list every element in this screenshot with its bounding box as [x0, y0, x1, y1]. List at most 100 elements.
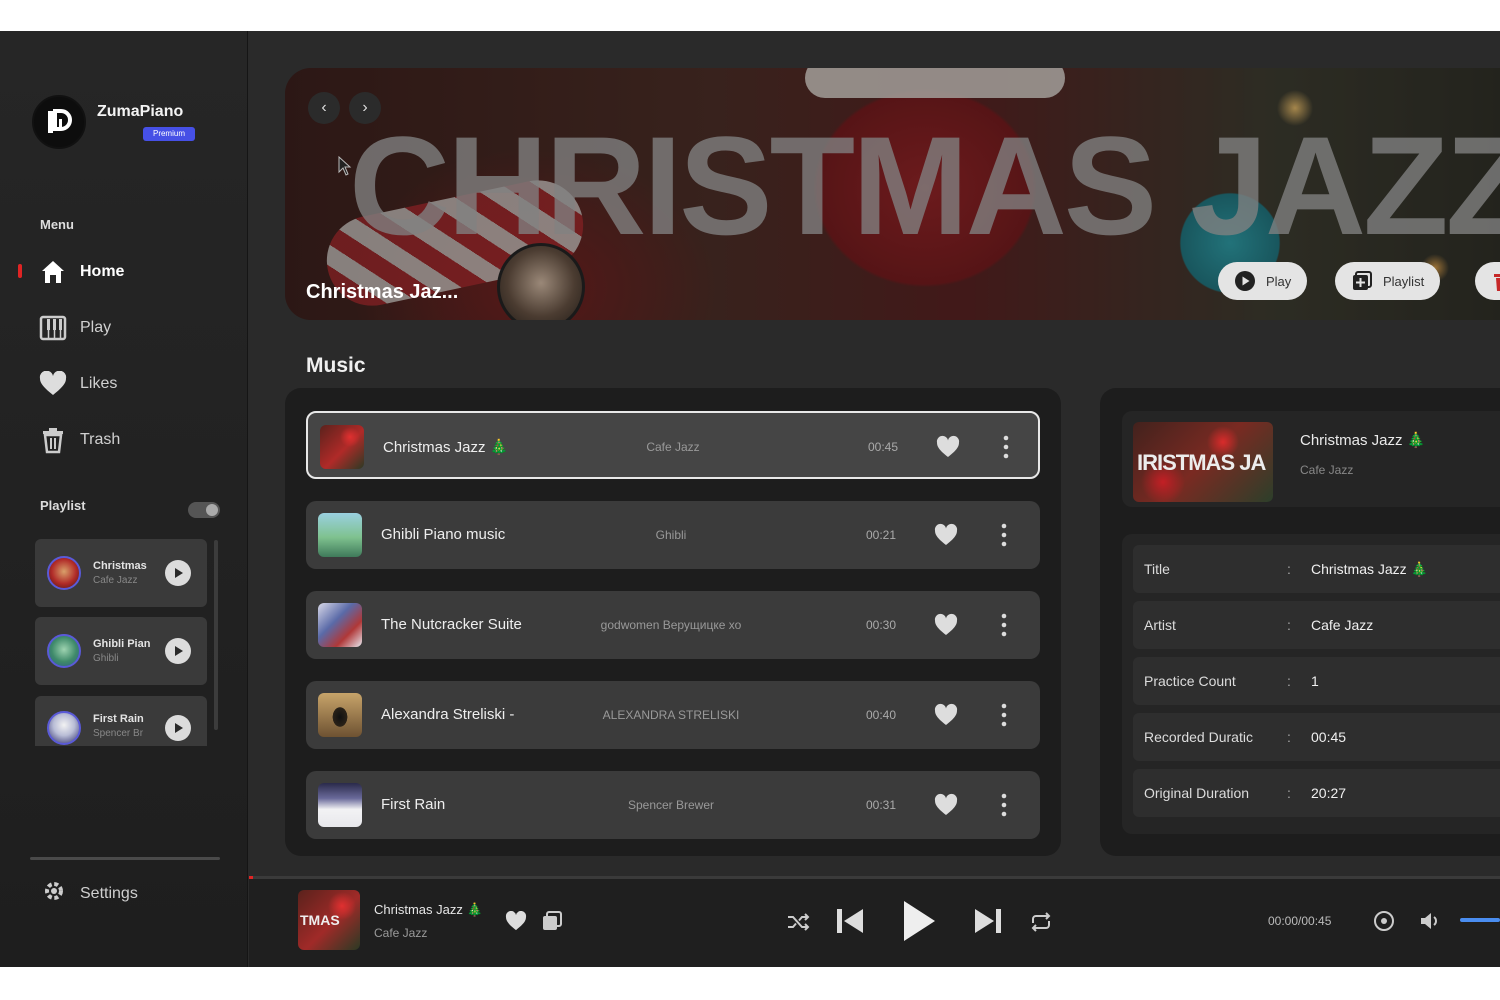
more-vertical-icon[interactable] — [1000, 433, 1012, 461]
track-artist: Spencer Brewer — [627, 798, 715, 812]
playlist-thumb — [47, 711, 81, 745]
volume-slider[interactable] — [1460, 918, 1500, 922]
track-row[interactable]: First Rain Spencer Brewer 00:31 — [306, 771, 1040, 839]
previous-track-button[interactable] — [832, 903, 868, 939]
more-vertical-icon[interactable] — [998, 701, 1010, 729]
playlist-card[interactable]: First Rain Spencer Br — [35, 696, 207, 746]
banner-playlist-button[interactable]: Playlist — [1335, 262, 1441, 300]
info-row-artist: Artist : Cafe Jazz — [1133, 601, 1500, 649]
forward-arrow-button[interactable]: › — [349, 92, 381, 124]
track-duration: 00:40 — [866, 708, 897, 722]
nav-label-play: Play — [80, 319, 112, 336]
banner-big-title: CHRISTMAS JAZZ — [349, 107, 1500, 264]
heart-icon[interactable] — [934, 613, 958, 637]
chevron-right-icon: › — [362, 99, 368, 116]
playlist-title: First Rain — [93, 713, 144, 725]
now-playing-thumbnail-text: TMAS — [300, 912, 340, 928]
info-key: Artist — [1144, 617, 1176, 633]
volume-button[interactable] — [1418, 909, 1442, 933]
playlist-card[interactable]: Ghibli Pian Ghibli — [35, 617, 207, 685]
track-duration: 00:21 — [866, 528, 897, 542]
track-artist: Ghibli — [655, 528, 687, 542]
track-thumbnail — [318, 603, 362, 647]
playlist-play-button[interactable] — [165, 560, 191, 586]
playlist-card[interactable]: Christmas Cafe Jazz — [35, 539, 207, 607]
track-row[interactable]: Alexandra Streliski - ALEXANDRA STRELISK… — [306, 681, 1040, 749]
nav-item-likes[interactable]: Likes — [38, 366, 218, 402]
repeat-icon — [1031, 912, 1051, 932]
mouse-cursor-icon — [338, 156, 352, 176]
music-section-heading: Music — [306, 354, 366, 377]
speed-dial-icon — [1374, 911, 1394, 931]
detail-artist: Cafe Jazz — [1300, 463, 1354, 477]
info-row-recorded-duration: Recorded Duratic : 00:45 — [1133, 713, 1500, 761]
info-row-title: Title : Christmas Jazz 🎄 — [1133, 545, 1500, 593]
track-title: Christmas Jazz 🎄 — [383, 439, 509, 456]
playlist-subtitle: Ghibli — [93, 653, 119, 664]
track-title: The Nutcracker Suite — [381, 616, 522, 633]
back-arrow-button[interactable]: ‹ — [308, 92, 340, 124]
detail-thumbnail: IRISTMAS JA — [1133, 422, 1273, 502]
home-icon — [38, 257, 68, 287]
info-colon: : — [1287, 617, 1291, 633]
track-row[interactable]: Christmas Jazz 🎄 Cafe Jazz 00:45 — [306, 411, 1040, 479]
add-to-playlist-button[interactable] — [540, 909, 564, 933]
info-colon: : — [1287, 729, 1291, 745]
nav-item-play[interactable]: Play — [38, 310, 218, 346]
play-icon — [175, 646, 183, 656]
playback-progress-fill — [249, 876, 253, 879]
info-key: Original Duration — [1144, 785, 1250, 801]
info-row-original-duration: Original Duration : 20:27 — [1133, 769, 1500, 817]
track-row[interactable]: Ghibli Piano music Ghibli 00:21 — [306, 501, 1040, 569]
track-duration: 00:31 — [866, 798, 897, 812]
shuffle-button[interactable] — [785, 909, 811, 935]
play-icon — [175, 723, 183, 733]
heart-icon[interactable] — [936, 435, 960, 459]
playlist-toggle[interactable] — [188, 502, 220, 518]
track-row[interactable]: The Nutcracker Suite godwomen Верущицке … — [306, 591, 1040, 659]
play-pause-button[interactable] — [893, 894, 943, 948]
piano-icon — [38, 313, 68, 343]
shuffle-icon — [788, 913, 810, 931]
track-thumbnail — [318, 513, 362, 557]
now-playing-artist: Cafe Jazz — [374, 926, 428, 940]
playlist-play-button[interactable] — [165, 638, 191, 664]
track-title: Alexandra Streliski - — [381, 706, 515, 723]
banner-playlist-label: Playlist — [1383, 273, 1425, 289]
playlist-title: Ghibli Pian — [93, 638, 151, 650]
logo-icon — [48, 109, 72, 133]
sidebar-divider — [30, 857, 220, 860]
nav-label-trash: Trash — [80, 431, 121, 448]
track-thumbnail — [318, 693, 362, 737]
skip-next-icon — [975, 909, 1001, 933]
gear-icon — [42, 879, 66, 908]
playback-progress-track[interactable] — [249, 876, 1500, 879]
next-track-button[interactable] — [970, 903, 1006, 939]
track-duration: 00:30 — [866, 618, 897, 632]
repeat-button[interactable] — [1028, 909, 1054, 935]
heart-icon[interactable] — [934, 523, 958, 547]
info-key: Recorded Duratic — [1144, 729, 1253, 745]
settings-button[interactable]: Settings — [42, 879, 138, 908]
speed-button[interactable] — [1372, 909, 1396, 933]
now-playing-title: Christmas Jazz 🎄 — [374, 902, 483, 917]
app-logo[interactable] — [32, 95, 86, 149]
playlist-subtitle: Cafe Jazz — [93, 575, 138, 586]
like-button[interactable] — [504, 909, 528, 933]
play-circle-icon — [1234, 270, 1256, 292]
info-key: Title — [1144, 561, 1170, 577]
more-vertical-icon[interactable] — [998, 611, 1010, 639]
banner-playlist-name: Christmas Jaz... — [306, 281, 459, 303]
info-value: 00:45 — [1311, 729, 1347, 745]
sidebar — [0, 31, 248, 967]
heart-icon[interactable] — [934, 703, 958, 727]
nav-item-trash[interactable]: Trash — [38, 422, 218, 458]
more-vertical-icon[interactable] — [998, 521, 1010, 549]
playlist-play-button[interactable] — [165, 715, 191, 741]
heart-icon[interactable] — [934, 793, 958, 817]
playlist-scrollbar[interactable] — [214, 540, 218, 730]
more-vertical-icon[interactable] — [998, 791, 1010, 819]
nav-item-home[interactable]: Home — [38, 254, 218, 290]
info-value: Cafe Jazz — [1311, 617, 1374, 633]
banner-play-button[interactable]: Play — [1218, 262, 1308, 300]
